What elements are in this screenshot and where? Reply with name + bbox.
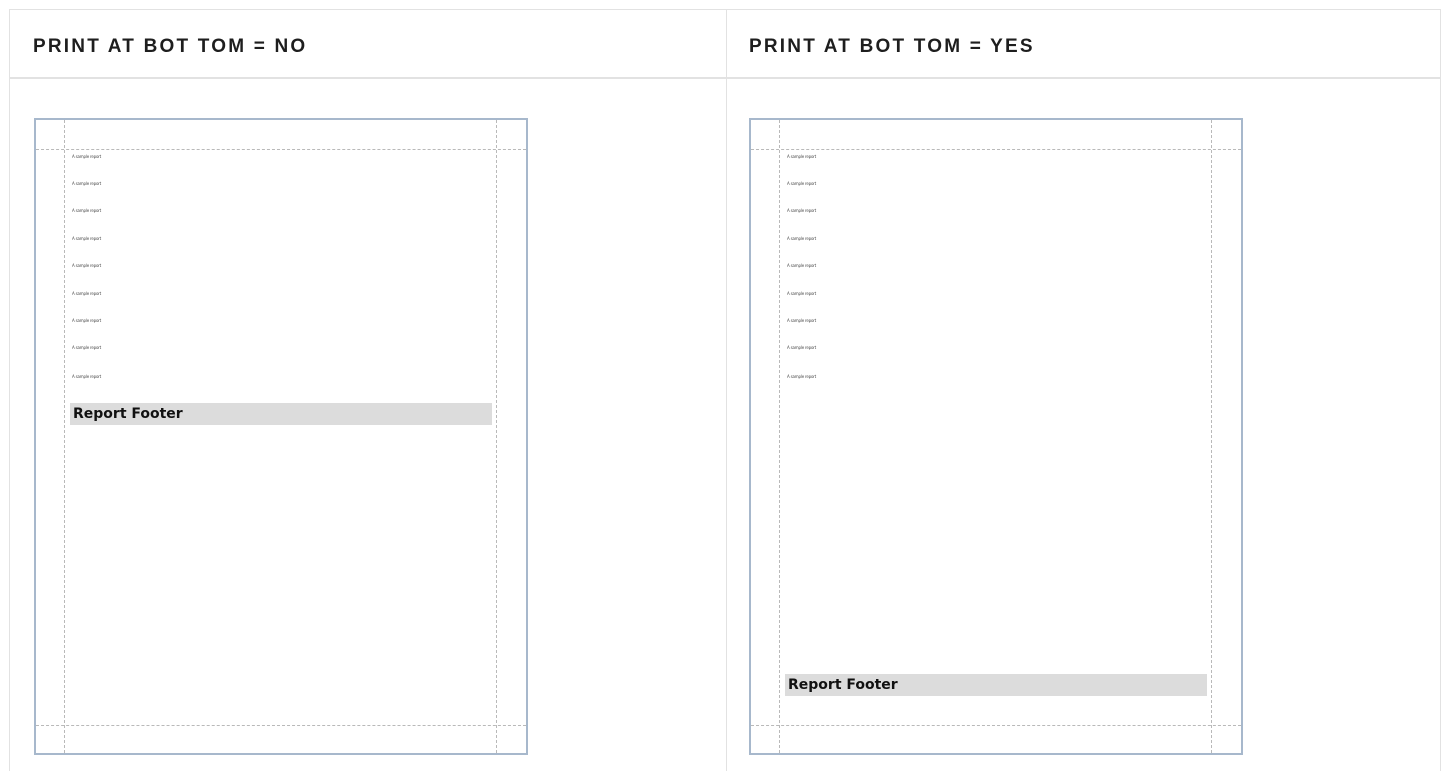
report-page-preview: A sample report A sample report A sample…	[749, 118, 1243, 755]
report-footer-label: Report Footer	[788, 677, 898, 693]
right-margin-guide	[1211, 120, 1212, 753]
detail-row: A sample report	[787, 236, 817, 241]
detail-row: A sample report	[72, 291, 102, 296]
detail-row: A sample report	[787, 345, 817, 350]
detail-row: A sample report	[787, 318, 817, 323]
column-print-at-bottom-no: PRINT AT BOT TOM = NO A sample report A …	[10, 10, 727, 771]
detail-row: A sample report	[72, 208, 102, 213]
right-margin-guide	[496, 120, 497, 753]
bottom-margin-guide	[751, 725, 1241, 726]
detail-row: A sample report	[787, 374, 817, 379]
column-header-text: PRINT AT BOT TOM = YES	[749, 36, 1035, 57]
detail-row: A sample report	[72, 374, 102, 379]
report-footer-label: Report Footer	[73, 406, 183, 422]
detail-row: A sample report	[787, 263, 817, 268]
top-margin-guide	[36, 149, 526, 150]
column-header-text: PRINT AT BOT TOM = NO	[33, 36, 308, 57]
detail-row: A sample report	[787, 181, 817, 186]
bottom-margin-guide	[36, 725, 526, 726]
detail-row: A sample report	[72, 181, 102, 186]
left-margin-guide	[779, 120, 780, 753]
comparison-table: PRINT AT BOT TOM = NO A sample report A …	[9, 9, 1441, 771]
detail-row: A sample report	[787, 208, 817, 213]
detail-row: A sample report	[787, 154, 817, 159]
report-footer-band: Report Footer	[70, 403, 492, 425]
detail-row: A sample report	[787, 291, 817, 296]
detail-row: A sample report	[72, 318, 102, 323]
top-margin-guide	[751, 149, 1241, 150]
column-print-at-bottom-yes: PRINT AT BOT TOM = YES A sample report A…	[727, 10, 1440, 771]
detail-row: A sample report	[72, 236, 102, 241]
detail-row: A sample report	[72, 263, 102, 268]
report-page-preview: A sample report A sample report A sample…	[34, 118, 528, 755]
detail-row: A sample report	[72, 345, 102, 350]
column-header: PRINT AT BOT TOM = NO	[10, 10, 726, 79]
detail-row: A sample report	[72, 154, 102, 159]
report-footer-band: Report Footer	[785, 674, 1207, 696]
column-header: PRINT AT BOT TOM = YES	[727, 10, 1440, 79]
left-margin-guide	[64, 120, 65, 753]
